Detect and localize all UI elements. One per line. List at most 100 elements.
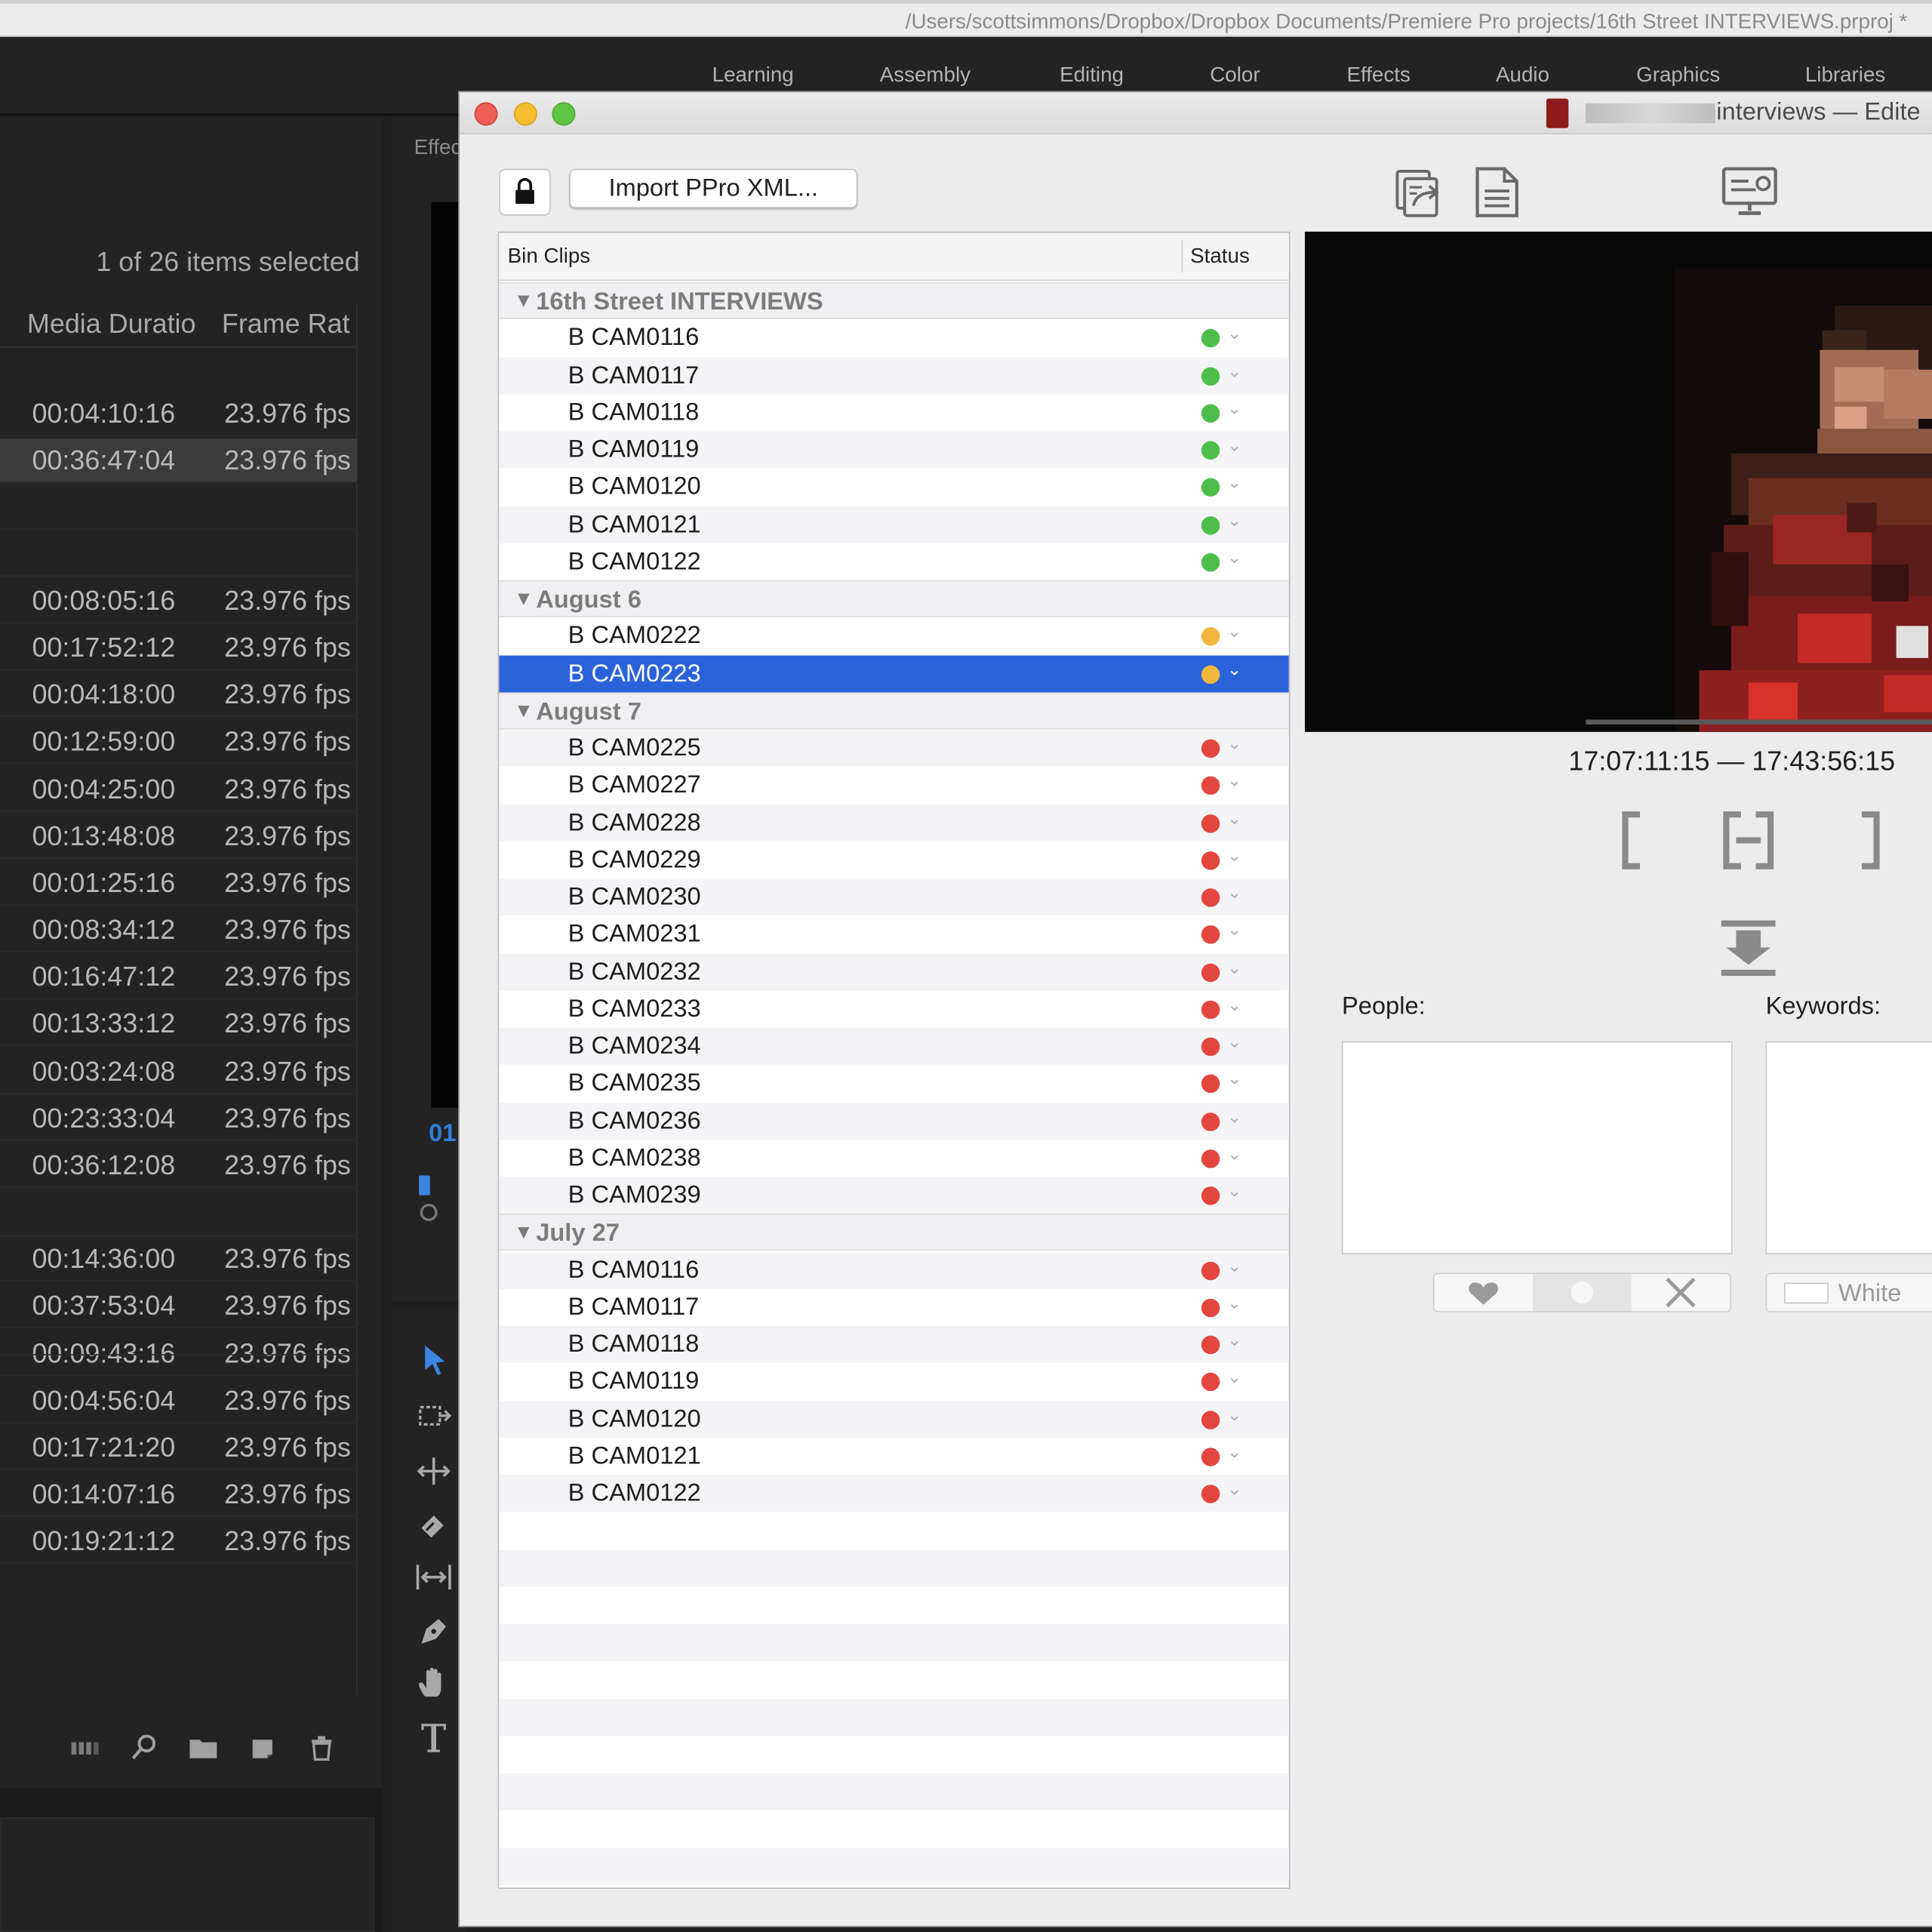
ripple-edit-tool-icon[interactable] <box>414 1451 454 1491</box>
status-dropdown-chevron-icon[interactable]: ⌄ <box>1227 957 1241 978</box>
clip-row[interactable]: B CAM0118 ⌄ <box>499 1325 1289 1363</box>
disclosure-triangle-icon[interactable]: ▼ <box>514 291 534 312</box>
status-dropdown-chevron-icon[interactable]: ⌄ <box>1227 1106 1241 1127</box>
clip-row[interactable]: B CAM0239 ⌄ <box>499 1177 1289 1214</box>
clip-row[interactable]: B CAM0118 ⌄ <box>499 394 1289 431</box>
status-dropdown-chevron-icon[interactable]: ⌄ <box>1227 546 1241 568</box>
status-dropdown-chevron-icon[interactable]: ⌄ <box>1227 919 1241 940</box>
mark-clip-icon[interactable] <box>1719 810 1778 872</box>
clip-row[interactable]: B CAM0119 ⌄ <box>499 1363 1289 1400</box>
type-tool-icon[interactable] <box>414 1718 454 1757</box>
project-row-empty[interactable] <box>0 485 358 531</box>
project-row[interactable]: 00:04:10:16 23.976 fps <box>0 392 358 436</box>
status-dropdown-chevron-icon[interactable]: ⌄ <box>1227 435 1241 456</box>
mark-in-icon[interactable] <box>1605 810 1664 872</box>
hand-tool-icon[interactable] <box>414 1663 454 1703</box>
status-dropdown-chevron-icon[interactable]: ⌄ <box>1227 845 1241 866</box>
slip-tool-icon[interactable] <box>414 1558 454 1597</box>
clip-row[interactable]: B CAM0116 ⌄ <box>499 1251 1289 1288</box>
clip-row[interactable]: B CAM0122 ⌄ <box>499 543 1289 580</box>
new-item-icon[interactable] <box>247 1733 278 1762</box>
status-dropdown-chevron-icon[interactable]: ⌄ <box>1227 1255 1241 1276</box>
status-dropdown-chevron-icon[interactable]: ⌄ <box>1227 1143 1241 1164</box>
clip-row[interactable]: B CAM0238 ⌄ <box>499 1140 1289 1177</box>
project-row[interactable]: 00:12:59:00 23.976 fps <box>0 719 358 764</box>
zoom-window-button[interactable] <box>552 102 576 126</box>
lock-button[interactable] <box>499 168 551 216</box>
project-row[interactable]: 00:08:34:12 23.976 fps <box>0 908 358 953</box>
clip-row[interactable]: B CAM0117 ⌄ <box>499 356 1289 394</box>
group-row[interactable]: ▼ 16th Street INTERVIEWS <box>499 281 1289 319</box>
apply-keywords-icon[interactable] <box>1716 915 1780 980</box>
workspace-tab-graphics[interactable]: Graphics <box>1636 63 1720 88</box>
group-row[interactable]: ▼ July 27 <box>499 1214 1289 1251</box>
close-window-button[interactable] <box>474 102 498 126</box>
clip-row[interactable]: B CAM0231 ⌄ <box>499 915 1289 952</box>
clip-row[interactable]: B CAM0235 ⌄ <box>499 1065 1289 1102</box>
project-row[interactable]: 00:17:21:20 23.976 fps <box>0 1426 358 1470</box>
clip-row[interactable]: B CAM0227 ⌄ <box>499 767 1289 804</box>
project-row-empty[interactable] <box>0 1311 358 1355</box>
razor-tool-icon[interactable] <box>414 1506 454 1545</box>
status-dropdown-chevron-icon[interactable]: ⌄ <box>1227 1367 1241 1388</box>
workspace-tab-assembly[interactable]: Assembly <box>880 63 971 88</box>
monitor-settings-icon[interactable] <box>1721 164 1778 220</box>
clip-row[interactable]: B CAM0236 ⌄ <box>499 1102 1289 1140</box>
workspace-tab-audio[interactable]: Audio <box>1496 63 1549 88</box>
clip-row[interactable]: B CAM0223 ⌄ <box>499 654 1289 692</box>
playhead-marker[interactable] <box>419 1175 430 1195</box>
project-row[interactable]: 00:04:25:00 23.976 fps <box>0 768 358 812</box>
selection-tool-icon[interactable] <box>414 1340 454 1380</box>
status-dropdown-chevron-icon[interactable]: ⌄ <box>1227 1404 1241 1425</box>
project-row[interactable]: 00:16:47:12 23.976 fps <box>0 955 358 1000</box>
disclosure-triangle-icon[interactable]: ▼ <box>514 1223 534 1244</box>
status-dropdown-chevron-icon[interactable]: ⌄ <box>1227 1069 1241 1090</box>
status-dropdown-chevron-icon[interactable]: ⌄ <box>1227 1032 1241 1053</box>
project-row[interactable]: 00:04:18:00 23.976 fps <box>0 672 358 718</box>
disclosure-triangle-icon[interactable]: ▼ <box>514 701 534 723</box>
status-dropdown-chevron-icon[interactable]: ⌄ <box>1227 733 1241 754</box>
clip-row[interactable]: B CAM0222 ⌄ <box>499 617 1289 654</box>
keywords-field[interactable] <box>1765 1041 1932 1255</box>
minimize-window-button[interactable] <box>513 102 537 126</box>
workspace-tab-effects[interactable]: Effects <box>1346 63 1410 88</box>
project-row[interactable]: 00:19:21:12 23.976 fps <box>0 1519 358 1564</box>
clip-row[interactable]: B CAM0120 ⌄ <box>499 1400 1289 1438</box>
status-dropdown-chevron-icon[interactable]: ⌄ <box>1227 509 1241 531</box>
project-row[interactable]: 00:01:25:16 23.976 fps <box>0 861 358 906</box>
clip-row[interactable]: B CAM0122 ⌄ <box>499 1475 1289 1512</box>
project-row[interactable]: 00:36:47:04 23.976 fps <box>0 438 358 483</box>
clip-row[interactable]: B CAM0225 ⌄ <box>499 729 1289 767</box>
workspace-tab-libraries[interactable]: Libraries <box>1805 63 1885 88</box>
status-dropdown-chevron-icon[interactable]: ⌄ <box>1227 659 1241 680</box>
clip-row[interactable]: B CAM0119 ⌄ <box>499 431 1289 469</box>
column-bin-clips[interactable]: Bin Clips <box>508 244 591 269</box>
group-row[interactable]: ▼ August 6 <box>499 580 1289 617</box>
clip-row[interactable]: B CAM0120 ⌄ <box>499 469 1289 506</box>
clip-row[interactable]: B CAM0121 ⌄ <box>499 1438 1289 1475</box>
new-bin-icon[interactable] <box>187 1733 219 1762</box>
status-dropdown-chevron-icon[interactable]: ⌄ <box>1227 1441 1241 1463</box>
clip-row[interactable]: B CAM0230 ⌄ <box>499 878 1289 916</box>
freeform-view-icon[interactable] <box>69 1733 100 1762</box>
neutral-button[interactable] <box>1533 1274 1632 1312</box>
clip-row[interactable]: B CAM0121 ⌄ <box>499 506 1289 543</box>
project-row[interactable]: 00:14:07:16 23.976 fps <box>0 1472 358 1517</box>
project-row[interactable]: 00:13:48:08 23.976 fps <box>0 814 358 859</box>
workspace-tab-learning[interactable]: Learning <box>712 63 794 88</box>
effect-controls-tab[interactable]: Effec <box>414 136 462 161</box>
status-dropdown-chevron-icon[interactable]: ⌄ <box>1227 361 1241 382</box>
disclosure-triangle-icon[interactable]: ▼ <box>514 589 534 611</box>
status-dropdown-chevron-icon[interactable]: ⌄ <box>1227 808 1241 829</box>
workspace-tab-editing[interactable]: Editing <box>1060 63 1124 88</box>
project-row[interactable]: 00:14:36:00 23.976 fps <box>0 1237 358 1281</box>
project-row[interactable]: 00:36:12:08 23.976 fps <box>0 1143 358 1188</box>
status-dropdown-chevron-icon[interactable]: ⌄ <box>1227 323 1241 344</box>
clip-row[interactable]: B CAM0228 ⌄ <box>499 804 1289 841</box>
status-dropdown-chevron-icon[interactable]: ⌄ <box>1227 882 1241 903</box>
column-media-duration[interactable]: Media Duratio <box>27 308 196 340</box>
project-row-empty[interactable] <box>0 532 358 577</box>
workspace-tab-color[interactable]: Color <box>1210 63 1260 88</box>
project-row[interactable]: 00:04:56:04 23.976 fps <box>0 1379 358 1423</box>
clip-row[interactable]: B CAM0232 ⌄ <box>499 952 1289 990</box>
